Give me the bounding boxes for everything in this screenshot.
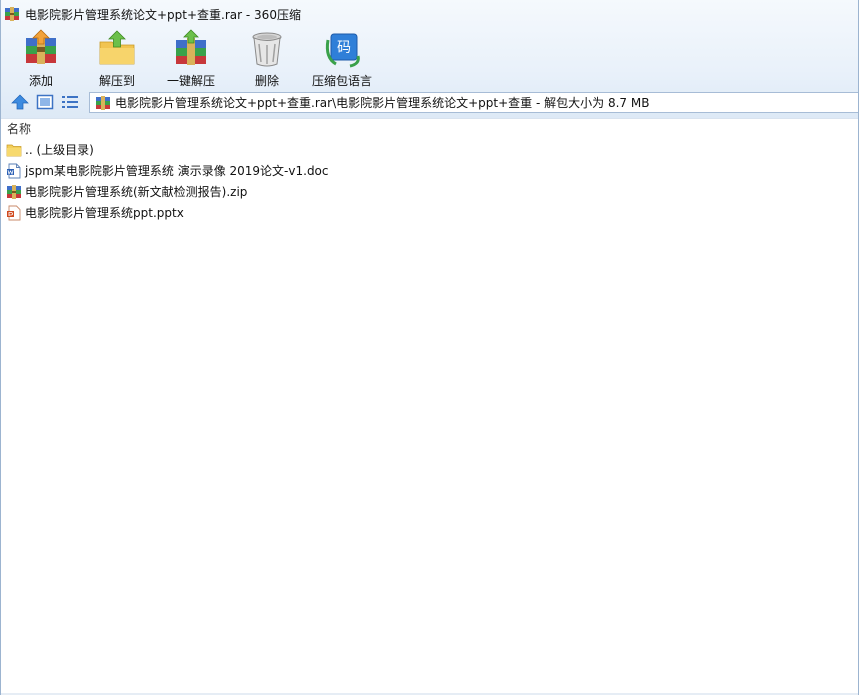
list-item[interactable]: .. (上级目录) — [1, 139, 858, 160]
archive-language-icon: 码 — [325, 33, 360, 68]
archive-path-icon — [96, 95, 110, 110]
word-doc-icon — [7, 163, 21, 178]
name-column-header[interactable]: 名称 — [7, 120, 31, 137]
address-bar: 电影院影片管理系统论文+ppt+查重.rar\电影院影片管理系统论文+ppt+查… — [1, 90, 858, 115]
one-click-extract-button[interactable]: 一键解压 — [167, 28, 215, 89]
window-header: 电影院影片管理系统论文+ppt+查重.rar - 360压缩 添加 解压到 一键… — [1, 0, 858, 118]
list-item[interactable]: jspm某电影院影片管理系统 演示录像 2019论文-v1.doc — [1, 160, 858, 181]
large-icon-view-icon[interactable] — [36, 94, 54, 110]
list-item[interactable]: 电影院影片管理系统ppt.pptx — [1, 202, 858, 223]
list-item[interactable]: 电影院影片管理系统(新文献检测报告).zip — [1, 181, 858, 202]
delete-button[interactable]: 删除 — [247, 28, 287, 89]
extract-to-button-label: 解压到 — [98, 74, 135, 88]
one-click-extract-button-label: 一键解压 — [167, 74, 216, 88]
zip-archive-icon — [7, 184, 21, 199]
extract-to-icon — [99, 30, 135, 65]
main-window: 电影院影片管理系统论文+ppt+查重.rar - 360压缩 添加 解压到 一键… — [0, 0, 859, 695]
archive-language-button-label: 压缩包语言 — [312, 74, 373, 88]
one-click-extract-icon — [176, 29, 206, 65]
detail-list-view-icon[interactable] — [61, 94, 79, 110]
column-header: 名称 — [1, 118, 858, 138]
file-name: .. (上级目录) — [25, 143, 94, 157]
winrar-archive-icon — [5, 7, 19, 21]
file-list: .. (上级目录) jspm某电影院影片管理系统 演示录像 2019论文-v1.… — [1, 139, 858, 223]
delete-button-label: 删除 — [254, 74, 279, 88]
up-arrow-icon[interactable] — [11, 94, 29, 110]
add-archive-icon — [26, 29, 56, 64]
folder-icon — [6, 144, 22, 156]
add-button-label: 添加 — [28, 74, 53, 88]
file-name: 电影院影片管理系统ppt.pptx — [25, 206, 184, 220]
window-title: 电影院影片管理系统论文+ppt+查重.rar - 360压缩 — [25, 7, 301, 22]
add-button[interactable]: 添加 — [21, 28, 61, 89]
delete-trash-icon — [252, 32, 282, 67]
file-name: jspm某电影院影片管理系统 演示录像 2019论文-v1.doc — [25, 164, 329, 178]
file-name: 电影院影片管理系统(新文献检测报告).zip — [25, 185, 248, 199]
powerpoint-icon — [7, 205, 21, 220]
address-path: 电影院影片管理系统论文+ppt+查重.rar\电影院影片管理系统论文+ppt+查… — [115, 96, 650, 110]
extract-to-button[interactable]: 解压到 — [97, 28, 137, 89]
language-glyph: 码 — [337, 40, 351, 56]
archive-language-button[interactable]: 码 压缩包语言 — [312, 28, 372, 89]
title-bar: 电影院影片管理系统论文+ppt+查重.rar - 360压缩 — [1, 0, 858, 28]
address-field[interactable]: 电影院影片管理系统论文+ppt+查重.rar\电影院影片管理系统论文+ppt+查… — [89, 92, 858, 113]
